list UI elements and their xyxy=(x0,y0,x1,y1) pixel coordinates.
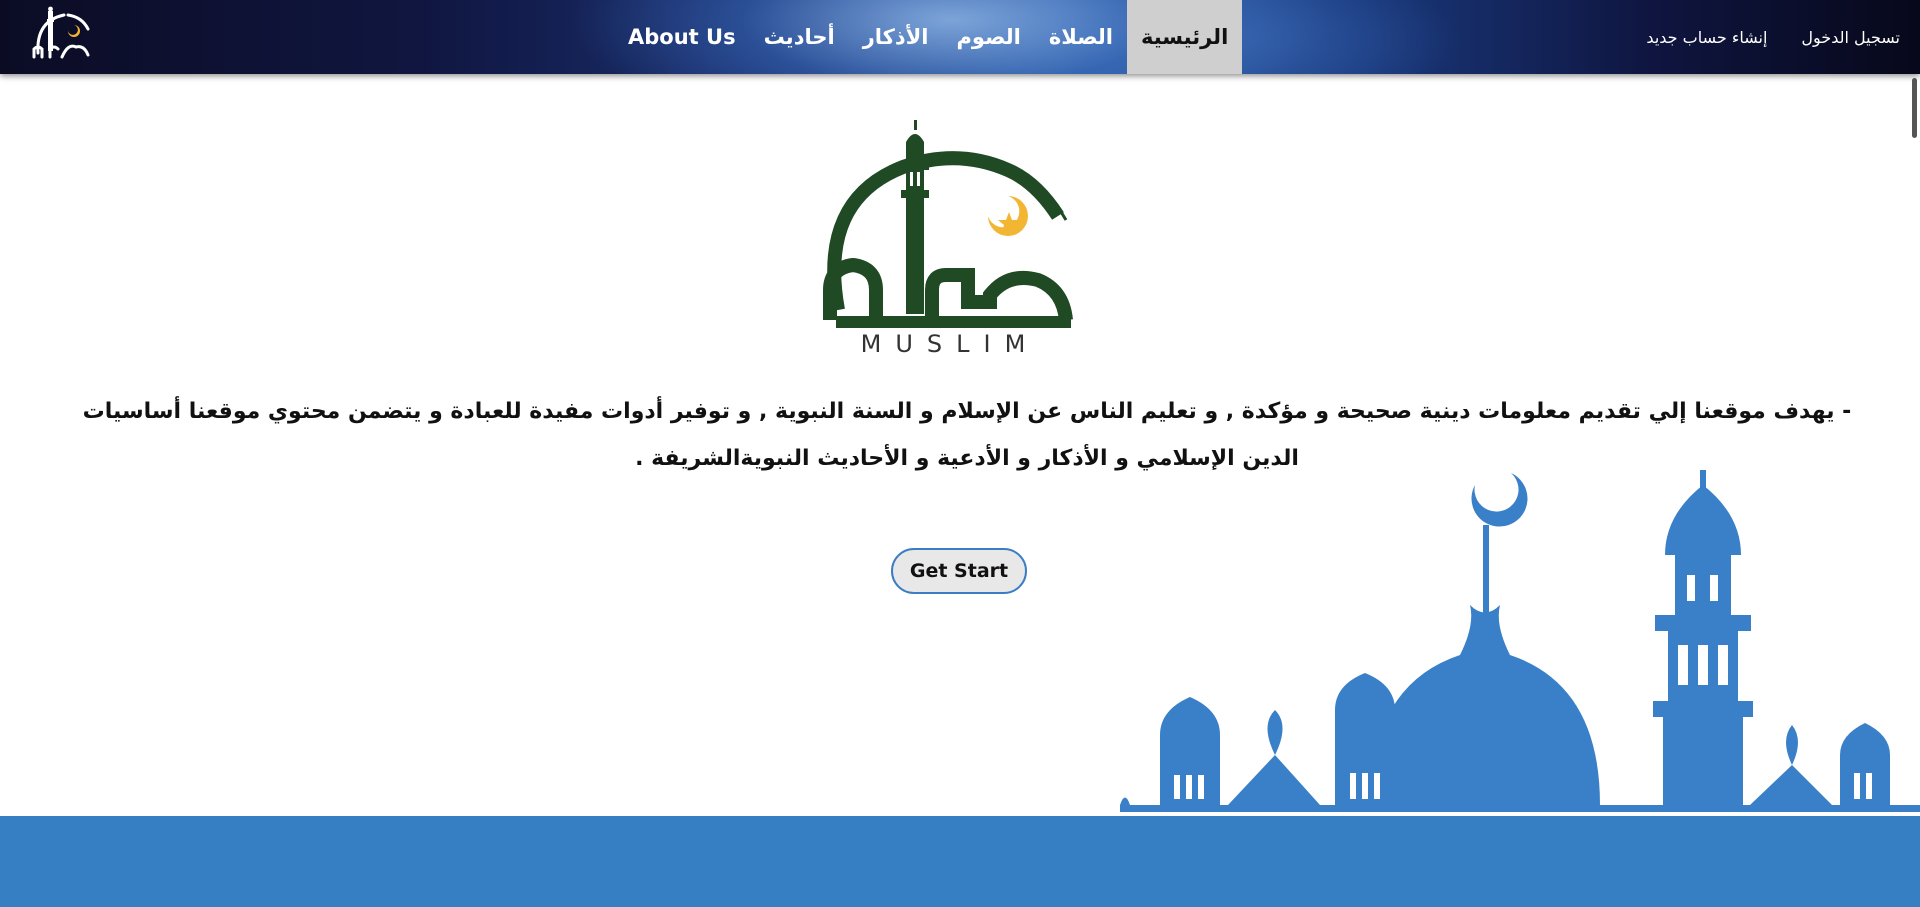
login-link[interactable]: تسجيل الدخول xyxy=(1801,28,1900,47)
auth-links: إنشاء حساب جديد تسجيل الدخول xyxy=(1612,0,1900,74)
main-nav: About Us أحاديث الأذكار الصوم الصلاة الر… xyxy=(616,0,1243,74)
nav-hadiths[interactable]: أحاديث xyxy=(750,0,849,74)
nav-adhkar[interactable]: الأذكار xyxy=(849,0,943,74)
nav-fasting[interactable]: الصوم xyxy=(943,0,1035,74)
brand-wordmark: MUSLIM xyxy=(861,330,1040,358)
nav-about-us[interactable]: About Us xyxy=(616,0,750,74)
mosque-crescent-logo-icon[interactable] xyxy=(28,5,92,67)
scrollbar-thumb[interactable] xyxy=(1912,78,1917,138)
site-description: - يهدف موقعنا إلي تقديم معلومات دينية صح… xyxy=(82,399,1852,471)
muslim-brand-logo: MUSLIM xyxy=(823,120,1073,358)
register-link[interactable]: إنشاء حساب جديد xyxy=(1646,28,1767,47)
nav-prayer[interactable]: الصلاة xyxy=(1035,0,1127,74)
nav-home[interactable]: الرئيسية xyxy=(1126,0,1243,74)
get-start-button[interactable]: Get Start xyxy=(891,548,1027,594)
top-navbar: About Us أحاديث الأذكار الصوم الصلاة الر… xyxy=(0,0,1920,74)
footer-band xyxy=(0,816,1920,907)
mosque-silhouette-illustration xyxy=(1120,470,1920,812)
